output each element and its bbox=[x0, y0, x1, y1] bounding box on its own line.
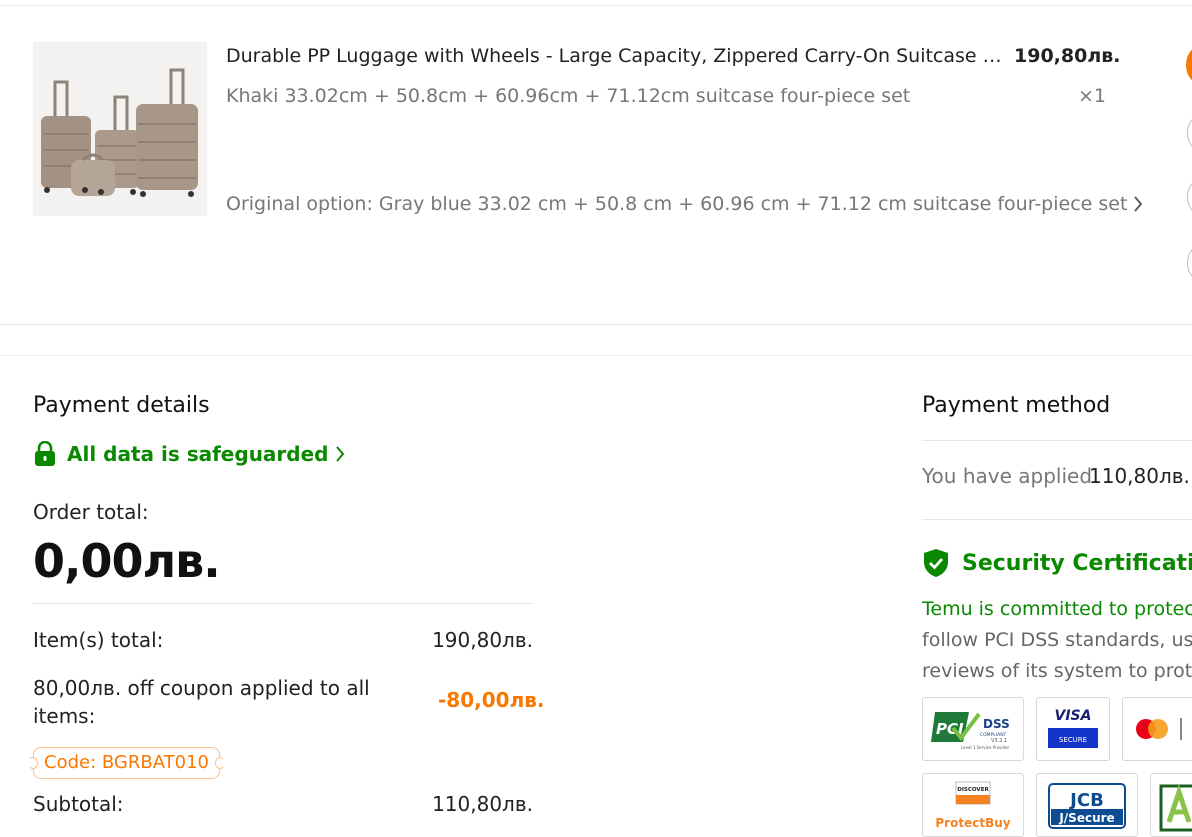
top-divider bbox=[0, 5, 1192, 6]
product-image[interactable] bbox=[33, 42, 207, 216]
subtotal-value: 110,80лв. bbox=[432, 792, 533, 816]
edge-circle-button[interactable] bbox=[1187, 116, 1192, 150]
visa-secure-logo: VISA SECURE bbox=[1048, 708, 1098, 748]
method-divider bbox=[922, 519, 1192, 520]
original-option-link[interactable]: Original option: Gray blue 33.02 cm + 50… bbox=[226, 193, 1145, 215]
lock-icon bbox=[35, 441, 55, 466]
items-total-label: Item(s) total: bbox=[33, 628, 164, 652]
order-total-label: Order total: bbox=[33, 500, 149, 524]
visa-text: VISA bbox=[1055, 708, 1092, 724]
orange-action-button[interactable] bbox=[1186, 48, 1192, 82]
coupon-value: -80,00лв. bbox=[438, 688, 545, 712]
product-quantity: ×1 bbox=[1078, 85, 1107, 107]
security-title-text: Security Certification bbox=[962, 550, 1192, 576]
payment-details-title: Payment details bbox=[33, 393, 210, 418]
chevron-right-icon bbox=[336, 446, 345, 462]
items-total-row: Item(s) total: 190,80лв. bbox=[33, 628, 533, 652]
jcb-logo: JCB J/Secure bbox=[1048, 783, 1126, 829]
discover-text: DISCOVER bbox=[957, 787, 989, 793]
applied-label: You have applied bbox=[922, 464, 1093, 488]
protectbuy-text: ProtectBuy bbox=[935, 816, 1010, 830]
pci-sub-text: Level 1 Service Provider bbox=[961, 745, 1010, 750]
pci-dss-logo: PCI DSS COMPLIANT V3.2.1 Level 1 Service… bbox=[931, 712, 1010, 750]
pci-version-text: V3.2.1 bbox=[991, 738, 1007, 744]
product-variant: Khaki 33.02cm + 50.8cm + 60.96cm + 71.12… bbox=[226, 85, 911, 107]
pci-dss-badge: PCI DSS COMPLIANT V3.2.1 Level 1 Service… bbox=[922, 697, 1024, 761]
edge-circle-button[interactable] bbox=[1187, 180, 1192, 214]
security-line: reviews of its system to prote bbox=[922, 660, 1192, 682]
subtotal-row: Subtotal: 110,80лв. bbox=[33, 792, 533, 816]
coupon-code-tag: Code: BGRBAT010 bbox=[28, 747, 225, 779]
method-divider bbox=[922, 440, 1192, 441]
visa-secure-badge: VISA SECURE bbox=[1036, 697, 1110, 761]
section-divider bbox=[0, 324, 1192, 325]
items-total-value: 190,80лв. bbox=[432, 628, 533, 652]
jcb-jsecure-badge: JCB J/Secure bbox=[1036, 773, 1138, 837]
original-option-text: Original option: Gray blue 33.02 cm + 50… bbox=[226, 193, 1128, 215]
safeguard-label: All data is safeguarded bbox=[67, 442, 329, 466]
order-total-value: 0,00лв. bbox=[33, 534, 221, 588]
luggage-set-image bbox=[33, 42, 207, 216]
shield-check-icon bbox=[924, 549, 948, 577]
product-title[interactable]: Durable PP Luggage with Wheels - Large C… bbox=[226, 45, 1006, 67]
mastercard-badge bbox=[1122, 697, 1192, 761]
discover-protectbuy-badge: DISCOVER ProtectBuy bbox=[922, 773, 1024, 837]
edge-circle-button[interactable] bbox=[1187, 246, 1192, 280]
partial-logo bbox=[1159, 784, 1192, 832]
jcb-text: JCB bbox=[1068, 790, 1104, 811]
security-line: follow PCI DSS standards, use bbox=[922, 629, 1192, 651]
security-description: Temu is committed to protect follow PCI … bbox=[922, 594, 1192, 687]
jsecure-text: J/Secure bbox=[1058, 811, 1114, 825]
partial-badge bbox=[1150, 773, 1192, 837]
pci-big-text: DSS bbox=[983, 717, 1010, 731]
security-certification-title: Security Certification bbox=[922, 548, 1192, 578]
protectbuy-logo: DISCOVER ProtectBuy bbox=[935, 781, 1011, 830]
applied-amount: 110,80лв. bbox=[1089, 464, 1190, 488]
mastercard-logo bbox=[1136, 718, 1182, 740]
coupon-label: 80,00лв. off coupon applied to all items… bbox=[33, 676, 370, 728]
subtotal-label: Subtotal: bbox=[33, 792, 124, 816]
security-line: Temu is committed to protect bbox=[922, 598, 1192, 620]
section-divider bbox=[0, 355, 1192, 356]
visa-secure-text: SECURE bbox=[1059, 736, 1087, 744]
product-price: 190,80лв. bbox=[1014, 45, 1121, 67]
safeguard-link[interactable]: All data is safeguarded bbox=[33, 441, 347, 467]
details-divider bbox=[33, 603, 533, 604]
chevron-right-icon bbox=[1134, 196, 1143, 212]
payment-method-title: Payment method bbox=[922, 393, 1111, 418]
